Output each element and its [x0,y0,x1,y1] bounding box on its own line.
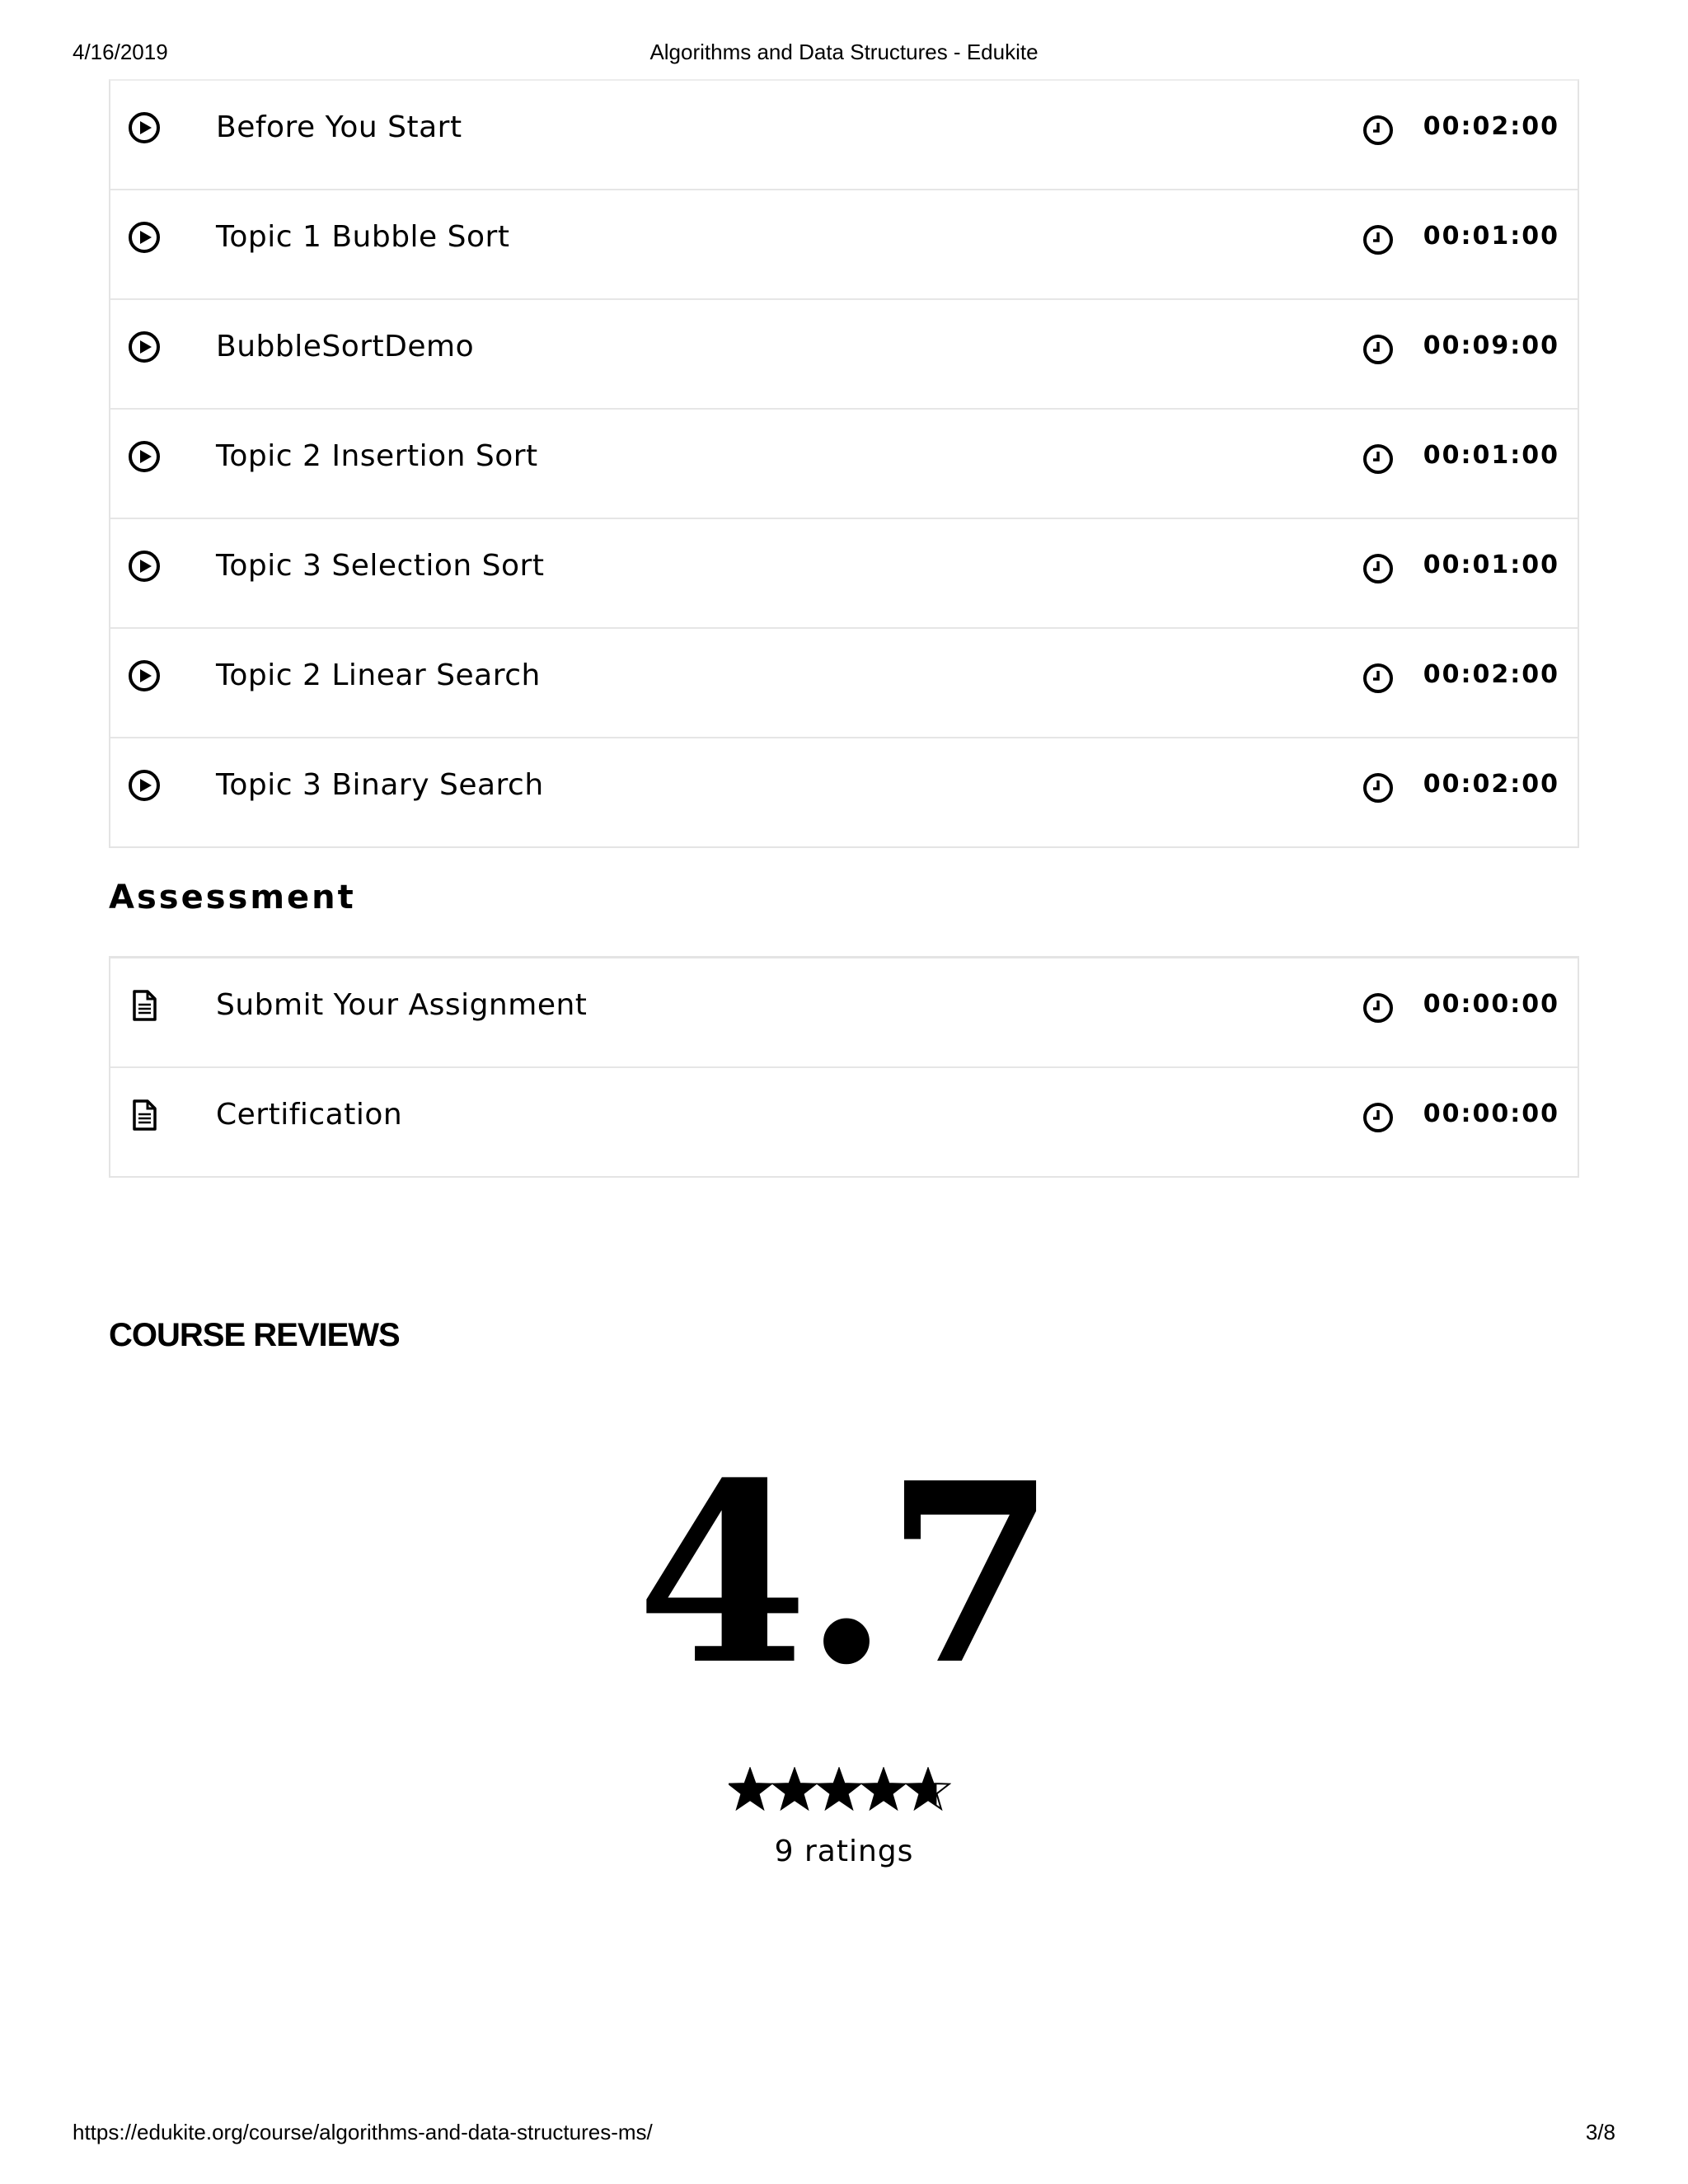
lesson-row[interactable]: Before You Start 00:02:00 [110,81,1578,190]
play-circle-icon [129,660,160,691]
assessment-title: Certification [216,1098,403,1132]
lesson-duration: 00:09:00 [1423,331,1559,360]
clock-icon [1363,444,1393,474]
lesson-title: Before You Start [216,110,462,144]
document-icon [133,990,157,1021]
lesson-row[interactable]: Topic 2 Linear Search 00:02:00 [110,629,1578,738]
play-circle-icon [129,222,160,253]
clock-icon [1363,225,1393,255]
assessment-row[interactable]: Submit Your Assignment 00:00:00 [110,958,1578,1068]
clock-icon [1363,993,1393,1023]
lesson-duration: 00:02:00 [1423,770,1559,799]
star-icon [729,1769,771,1809]
page-url: https://edukite.org/course/algorithms-an… [73,2120,653,2144]
clock-icon [1363,554,1393,583]
ratings-count: 9 ratings [774,1835,914,1868]
assessment-duration: 00:00:00 [1423,990,1559,1019]
play-circle-icon [129,331,160,363]
lesson-row[interactable]: Topic 1 Bubble Sort 00:01:00 [110,190,1578,300]
lesson-duration: 00:02:00 [1423,112,1559,141]
lesson-duration: 00:02:00 [1423,660,1559,689]
play-circle-icon [129,551,160,582]
lesson-row[interactable]: Topic 3 Binary Search 00:02:00 [110,738,1578,846]
clock-icon [1363,1103,1393,1132]
star-icon [773,1769,816,1809]
star-icon [818,1769,860,1809]
lesson-title: BubbleSortDemo [216,330,475,363]
print-footer: https://edukite.org/course/algorithms-an… [73,2120,1615,2148]
play-circle-icon [129,441,160,472]
lesson-row[interactable]: Topic 3 Selection Sort 00:01:00 [110,519,1578,629]
lesson-title: Topic 3 Selection Sort [216,549,545,583]
clock-icon [1363,115,1393,145]
lesson-duration: 00:01:00 [1423,222,1559,251]
average-rating: 4.7 [636,1428,1057,1719]
document-title: Algorithms and Data Structures - Edukite [649,40,1039,64]
lesson-duration: 00:01:00 [1423,441,1559,470]
assessment-duration: 00:00:00 [1423,1099,1559,1128]
course-reviews-heading: COURSE REVIEWS [109,1317,401,1353]
assessment-row[interactable]: Certification 00:00:00 [110,1068,1578,1176]
lesson-title: Topic 2 Insertion Sort [216,439,538,473]
lesson-title: Topic 2 Linear Search [216,658,541,692]
lesson-duration: 00:01:00 [1423,551,1559,579]
lesson-list: Before You Start 00:02:00 Topic 1 Bubble… [109,79,1579,848]
play-circle-icon [129,112,160,143]
lesson-title: Topic 1 Bubble Sort [216,220,510,254]
page-number: 3/8 [1585,2120,1615,2144]
document-icon [133,1099,157,1131]
assessment-list: Submit Your Assignment 00:00:00 Certific… [109,956,1579,1178]
lesson-row[interactable]: BubbleSortDemo 00:09:00 [110,300,1578,410]
lesson-row[interactable]: Topic 2 Insertion Sort 00:01:00 [110,410,1578,519]
star-rating [729,1767,951,1811]
play-circle-icon [129,770,160,801]
clock-icon [1363,773,1393,803]
clock-icon [1363,663,1393,693]
assessment-title: Submit Your Assignment [216,988,588,1022]
lesson-title: Topic 3 Binary Search [216,768,544,802]
clock-icon [1363,335,1393,364]
star-icon [862,1769,905,1809]
print-header: 4/16/2019 Algorithms and Data Structures… [73,40,1615,68]
assessment-heading: Assessment [109,879,356,916]
